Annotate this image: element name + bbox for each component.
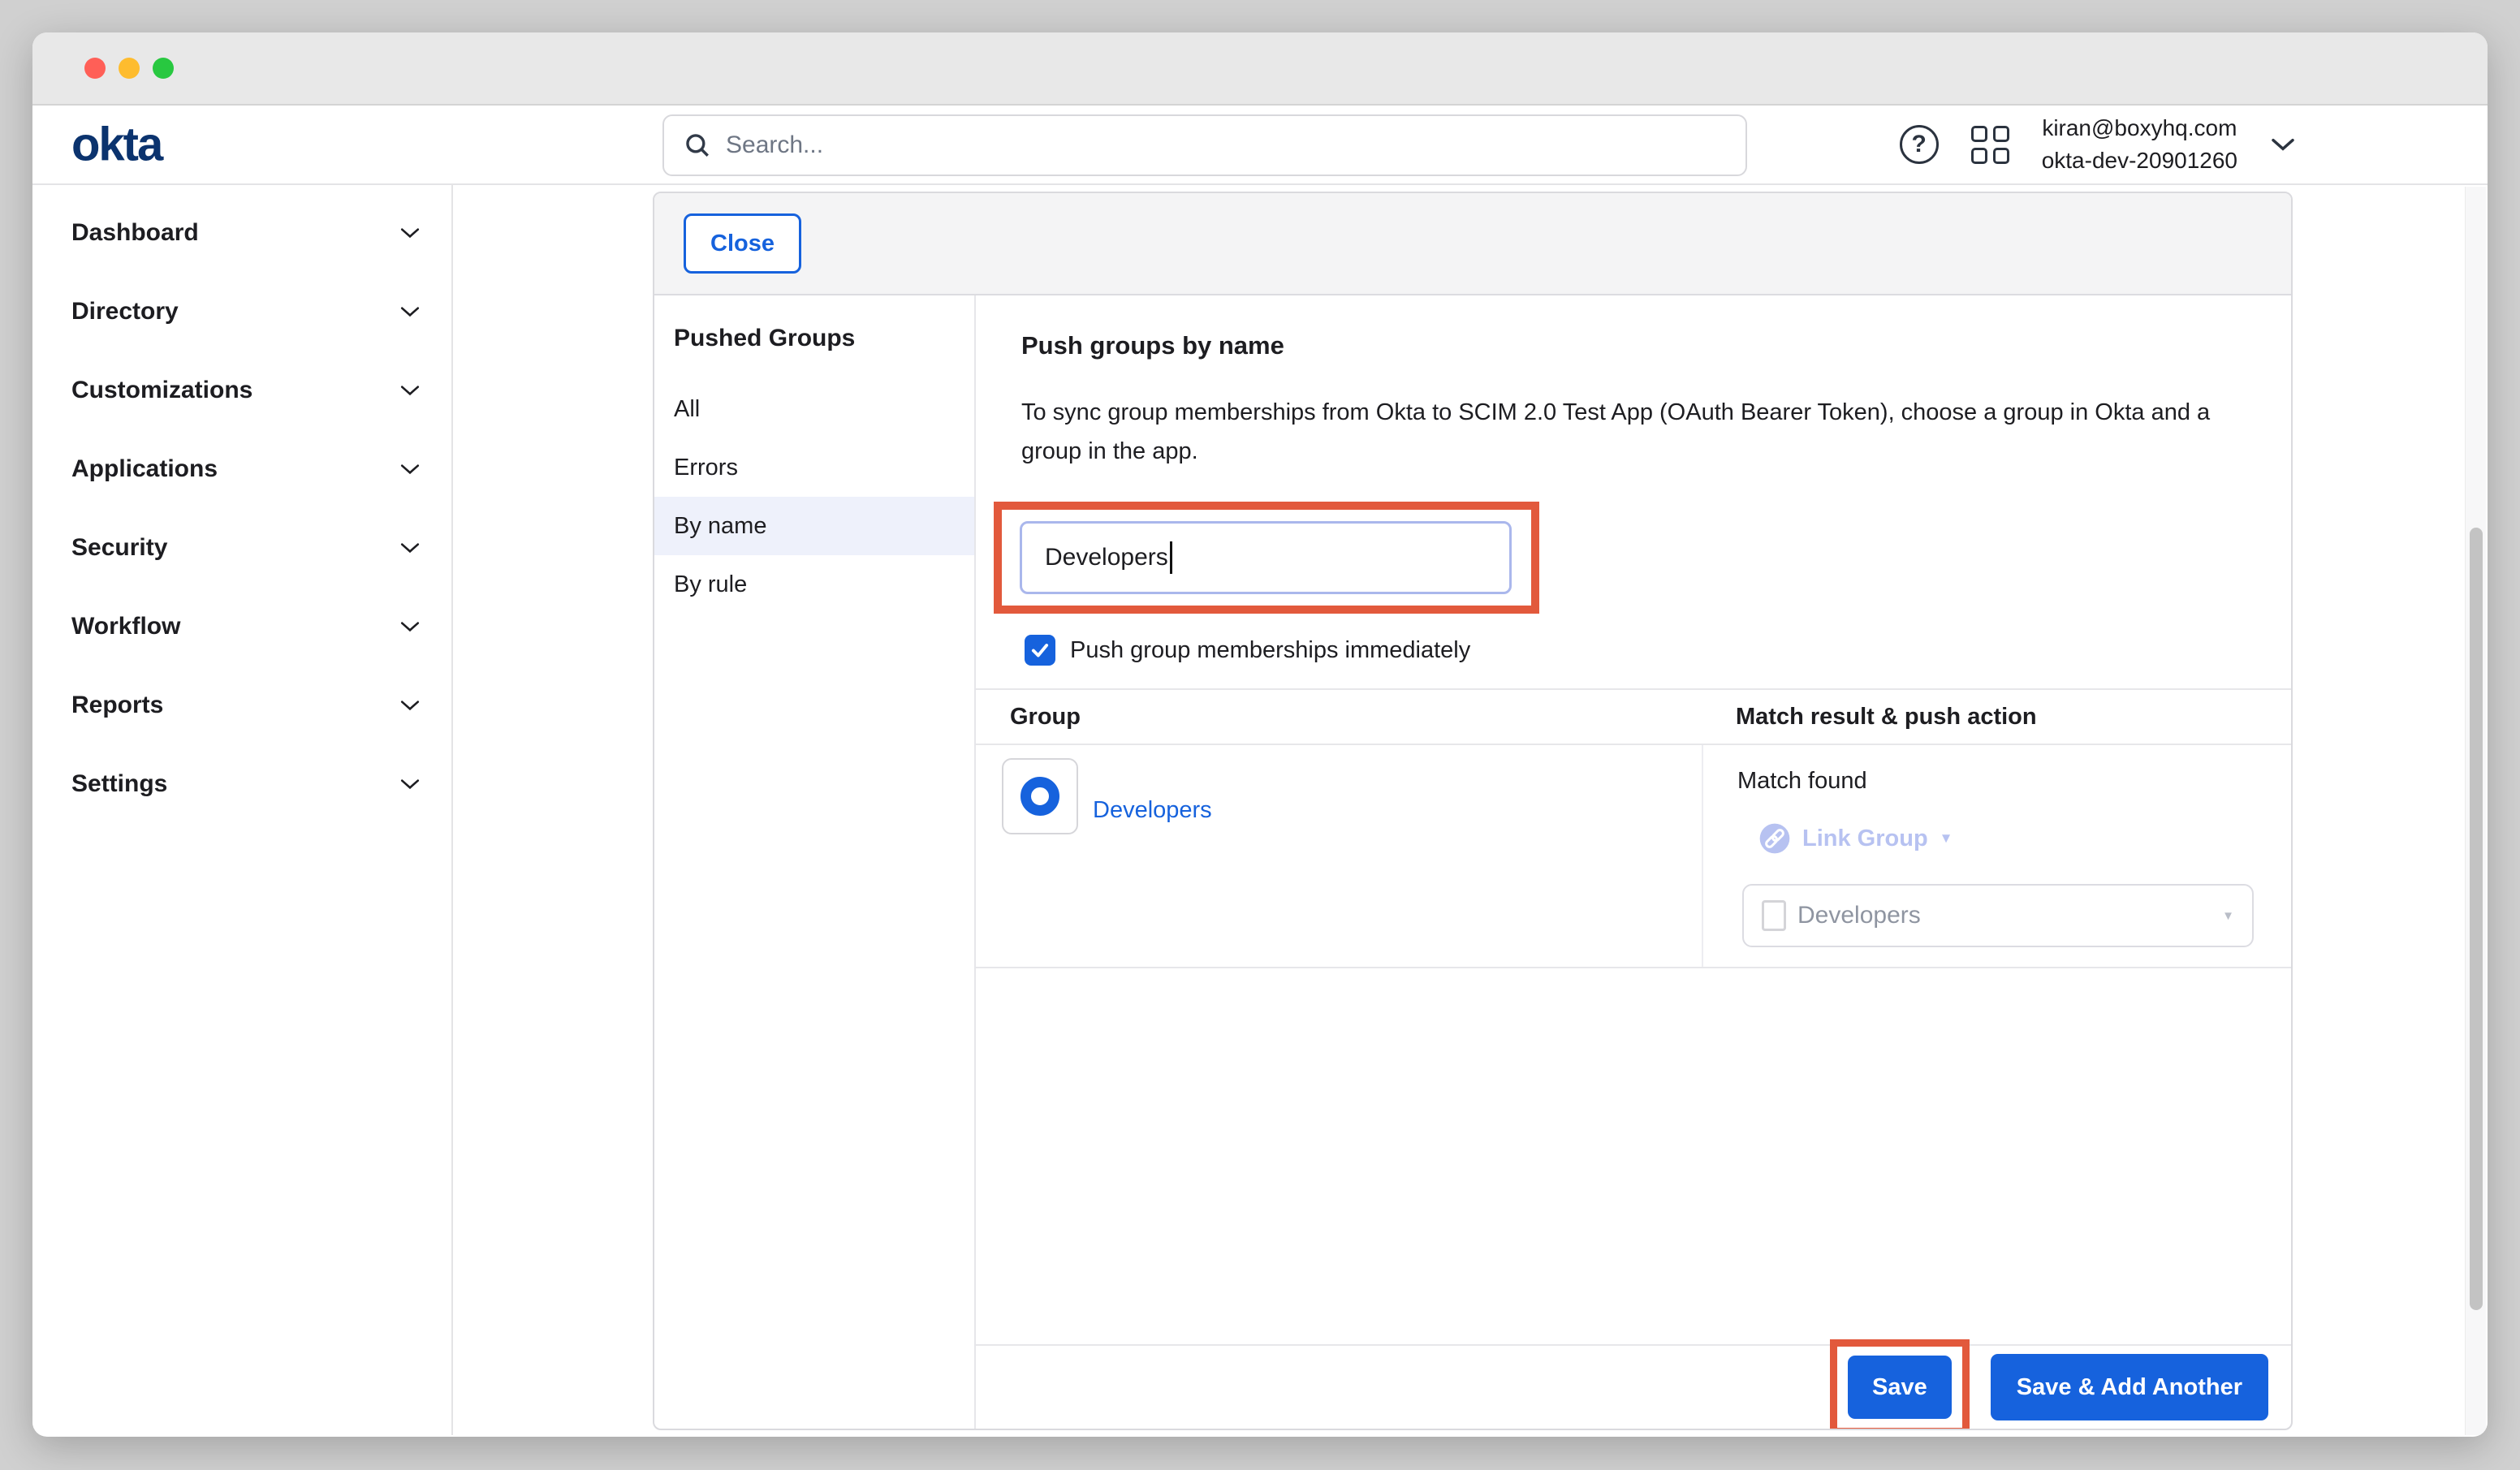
group-name-link[interactable]: Developers	[1093, 797, 1212, 824]
link-group-caret-icon: ▼	[1940, 830, 1953, 847]
checkmark-icon	[1029, 640, 1051, 661]
save-button[interactable]: Save	[1848, 1356, 1952, 1419]
dropdown-caret-icon: ▼	[2222, 909, 2234, 923]
panel-footer: Save Save & Add Another	[976, 1344, 2291, 1429]
global-search[interactable]	[662, 114, 1747, 176]
chevron-down-icon	[399, 305, 421, 318]
sidebar-item-workflow[interactable]: Workflow	[32, 587, 451, 666]
subnav-item-all[interactable]: All	[654, 380, 974, 438]
sidebar-item-customizations[interactable]: Customizations	[32, 351, 451, 429]
annotation-highlight-save: Save	[1830, 1339, 1970, 1430]
subnav-item-by-name[interactable]: By name	[654, 497, 974, 555]
chevron-down-icon	[399, 226, 421, 239]
push-immediately-checkbox[interactable]	[1025, 635, 1055, 666]
okta-logo: okta	[71, 118, 162, 172]
form-description: To sync group memberships from Okta to S…	[1021, 393, 2223, 471]
linked-group-dropdown[interactable]: Developers ▼	[1742, 884, 2254, 947]
subnav-item-errors[interactable]: Errors	[654, 438, 974, 497]
link-group-button[interactable]: Link Group ▼	[1758, 822, 2291, 855]
chevron-down-icon	[399, 620, 421, 633]
match-status-text: Match found	[1737, 768, 2291, 795]
sidebar-item-security[interactable]: Security	[32, 508, 451, 587]
subnav-item-by-rule[interactable]: By rule	[654, 555, 974, 614]
group-cell: Developers	[976, 745, 1702, 967]
account-chevron-down-icon[interactable]	[2270, 136, 2296, 153]
account-menu[interactable]: kiran@boxyhq.com okta-dev-20901260	[2042, 112, 2237, 177]
text-cursor	[1170, 541, 1172, 574]
sidebar: Dashboard Directory Customizations Appli…	[32, 185, 453, 1435]
apps-grid-icon[interactable]	[1971, 126, 2009, 164]
chevron-down-icon	[399, 699, 421, 712]
minimize-window-icon[interactable]	[119, 58, 140, 79]
form-title: Push groups by name	[1021, 331, 2291, 360]
column-header-group: Group	[976, 704, 1702, 731]
linked-group-value: Developers	[1797, 902, 2222, 929]
subnav-title: Pushed Groups	[654, 325, 974, 352]
annotation-highlight-input: Developers	[994, 502, 1539, 614]
scrollbar-track[interactable]	[2465, 187, 2486, 1435]
sidebar-item-applications[interactable]: Applications	[32, 429, 451, 508]
account-email: kiran@boxyhq.com	[2042, 112, 2237, 144]
match-table: Group Match result & push action Develop…	[976, 688, 2291, 968]
group-donut-icon	[1021, 777, 1059, 816]
push-immediately-label: Push group memberships immediately	[1070, 637, 1470, 664]
okta-group-icon	[1002, 758, 1078, 834]
chevron-down-icon	[399, 384, 421, 397]
push-immediately-row: Push group memberships immediately	[1025, 635, 2291, 666]
close-button[interactable]: Close	[684, 213, 801, 274]
panel-header: Close	[654, 193, 2291, 295]
zoom-window-icon[interactable]	[153, 58, 174, 79]
push-by-name-form: Push groups by name To sync group member…	[976, 295, 2291, 1429]
column-header-match-result: Match result & push action	[1702, 704, 2291, 731]
window-titlebar	[32, 32, 2488, 106]
browser-window: okta ? kiran@boxyhq.com okta-dev-2090126…	[32, 32, 2488, 1437]
top-navigation-bar: okta ? kiran@boxyhq.com okta-dev-2090126…	[32, 106, 2488, 185]
search-icon	[684, 131, 711, 159]
search-input[interactable]	[726, 131, 1726, 159]
pushed-groups-subnav: Pushed Groups All Errors By name By rule	[654, 295, 976, 1429]
group-placeholder-icon	[1762, 900, 1786, 931]
save-and-add-another-button[interactable]: Save & Add Another	[1991, 1354, 2268, 1420]
help-icon[interactable]: ?	[1900, 125, 1939, 164]
chevron-down-icon	[399, 541, 421, 554]
link-group-label: Link Group	[1802, 826, 1928, 852]
account-org: okta-dev-20901260	[2042, 144, 2237, 177]
link-icon	[1758, 822, 1791, 855]
sidebar-item-settings[interactable]: Settings	[32, 744, 451, 823]
sidebar-item-directory[interactable]: Directory	[32, 272, 451, 351]
sidebar-item-reports[interactable]: Reports	[32, 666, 451, 744]
content-area: Close Pushed Groups All Errors By name B…	[453, 185, 2488, 1435]
table-row: Developers Match found	[976, 745, 2291, 968]
chevron-down-icon	[399, 778, 421, 791]
traffic-lights	[84, 58, 174, 79]
group-name-input[interactable]: Developers	[1020, 521, 1512, 594]
group-name-input-value: Developers	[1045, 544, 1168, 571]
topnav-right-cluster: ? kiran@boxyhq.com okta-dev-20901260	[1900, 106, 2296, 183]
push-groups-panel: Close Pushed Groups All Errors By name B…	[653, 192, 2293, 1430]
sidebar-item-dashboard[interactable]: Dashboard	[32, 193, 451, 272]
scrollbar-thumb[interactable]	[2470, 528, 2483, 1310]
close-window-icon[interactable]	[84, 58, 106, 79]
chevron-down-icon	[399, 463, 421, 476]
table-header-row: Group Match result & push action	[976, 690, 2291, 745]
match-result-cell: Match found	[1702, 745, 2291, 967]
